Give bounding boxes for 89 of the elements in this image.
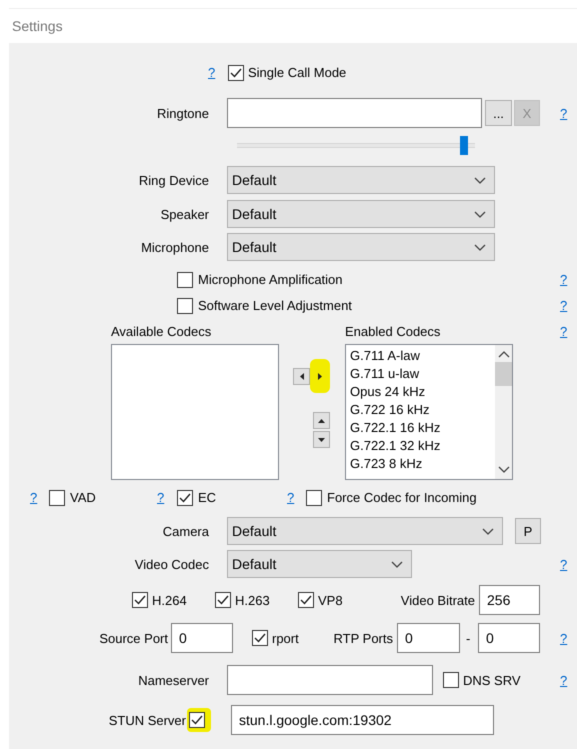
arrow-button[interactable] (293, 368, 310, 384)
field-label: Speaker (160, 206, 209, 222)
dropdown[interactable]: Default (227, 550, 412, 578)
codec-list[interactable] (111, 344, 279, 480)
chevron-down-icon (474, 176, 486, 184)
checkbox-label: Force Codec for Incoming (327, 490, 477, 505)
checkbox[interactable] (49, 490, 65, 506)
chevron-down-icon (474, 210, 486, 218)
slider-thumb[interactable] (460, 136, 468, 155)
arrow-button[interactable] (313, 431, 330, 448)
right-arrow-icon (317, 372, 323, 380)
checkbox[interactable] (177, 298, 193, 314)
text-field[interactable]: 0 (478, 623, 540, 653)
codec-list[interactable]: G.711 A-law G.711 u-law Opus 24 kHz G.722 16 kHz G.722.1 16 kHz G.722.1 32 kHz G.723 8 kHz (345, 344, 513, 480)
field-label: RTP Ports (334, 630, 393, 646)
text-field[interactable] (227, 665, 433, 695)
checkbox[interactable] (443, 672, 459, 688)
help-link[interactable]: ? (560, 672, 570, 688)
checkbox-label: DNS SRV (463, 672, 521, 688)
list-item[interactable]: G.711 A-law (350, 347, 495, 365)
chevron-down-icon (482, 528, 494, 534)
checkbox[interactable] (215, 592, 231, 608)
help-link[interactable]: ? (560, 106, 570, 120)
range-separator: - (466, 630, 470, 646)
file-field[interactable] (227, 98, 482, 128)
checkbox[interactable] (228, 64, 244, 80)
text-field[interactable]: stun.l.google.com:19302 (231, 705, 494, 735)
chevron-down-icon (391, 560, 403, 568)
help-link[interactable]: ? (208, 65, 218, 80)
list-item[interactable]: G.723 8 kHz (350, 455, 495, 473)
scroll-thumb[interactable] (495, 362, 512, 386)
field-label: STUN Server (108, 712, 186, 728)
up-arrow-icon (317, 418, 326, 424)
checkbox-label: VP8 (318, 592, 343, 608)
left-arrow-icon (298, 372, 304, 380)
list-item[interactable]: G.722.1 16 kHz (350, 419, 495, 437)
checkbox-label: H.264 (152, 592, 187, 608)
window-title: Settings (12, 18, 63, 34)
help-link[interactable]: ? (157, 490, 167, 505)
down-arrow-icon (317, 436, 326, 442)
text-field[interactable]: 256 (479, 585, 540, 615)
checkbox-label: rport (272, 630, 299, 646)
checkbox[interactable] (177, 490, 193, 506)
dropdown[interactable]: Default (227, 517, 503, 545)
help-link[interactable]: ? (560, 272, 570, 287)
chevron-up-icon (498, 351, 510, 358)
list-item[interactable]: G.722 16 kHz (350, 401, 495, 419)
field-label: Nameserver (138, 672, 209, 688)
field-label: Video Codec (134, 556, 209, 572)
help-link[interactable]: ? (30, 490, 40, 505)
field-label: Ringtone (156, 106, 209, 120)
checkbox[interactable] (252, 630, 268, 646)
dropdown[interactable]: Default (227, 233, 495, 261)
field-label: Ring Device (138, 172, 209, 188)
checkbox[interactable] (298, 592, 314, 608)
checkbox-label: H.263 (235, 592, 270, 608)
chevron-down-icon (474, 244, 486, 250)
help-link[interactable]: ? (560, 324, 570, 338)
arrow-button[interactable] (313, 412, 330, 429)
scrollbar[interactable] (495, 345, 512, 479)
list-item[interactable]: G.711 u-law (350, 365, 495, 383)
dropdown[interactable]: Default (227, 166, 495, 194)
checkbox[interactable] (132, 592, 148, 608)
field-label: Source Port (99, 630, 168, 646)
checkbox[interactable] (189, 712, 205, 728)
list-label: Available Codecs (111, 324, 212, 338)
list-label: Enabled Codecs (345, 324, 440, 338)
help-link[interactable]: ? (560, 298, 570, 313)
checkbox-label: EC (198, 490, 216, 505)
list-item[interactable]: Opus 24 kHz (350, 383, 495, 401)
p-button[interactable]: P (515, 518, 541, 544)
checkbox-label: VAD (70, 490, 96, 505)
checkbox-label: Single Call Mode (248, 65, 346, 80)
checkbox-label: Software Level Adjustment (198, 298, 352, 313)
help-link[interactable]: ? (560, 556, 570, 572)
checkbox[interactable] (306, 490, 322, 506)
browse-button[interactable]: ... (485, 100, 512, 126)
help-link[interactable]: ? (287, 490, 297, 505)
checkbox-label: Microphone Amplification (198, 272, 343, 287)
help-link[interactable]: ? (560, 630, 570, 646)
field-label: Video Bitrate (400, 592, 475, 608)
checkbox[interactable] (177, 272, 193, 288)
text-field[interactable]: 0 (171, 623, 233, 653)
field-label: Microphone (141, 240, 209, 254)
dropdown[interactable]: Default (227, 200, 495, 228)
field-label: Camera (162, 524, 209, 538)
chevron-down-icon (498, 466, 510, 473)
text-field[interactable]: 0 (397, 623, 460, 653)
list-item[interactable]: G.722.1 32 kHz (350, 437, 495, 455)
